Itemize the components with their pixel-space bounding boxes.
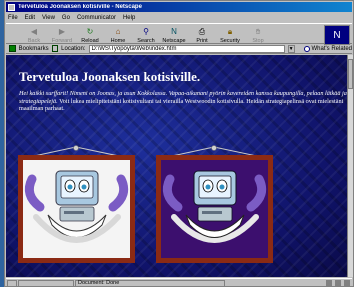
menu-bar: File Edit View Go Communicator Help — [6, 13, 352, 22]
bookmarks-button[interactable]: Bookmarks — [19, 46, 49, 52]
whats-related-icon — [303, 45, 310, 52]
home-button[interactable]: ⌂ Home — [106, 25, 130, 44]
menu-file[interactable]: File — [8, 15, 18, 21]
page-title: Tervetuloa Joonaksen kotisiville. — [19, 69, 201, 84]
location-dropdown-arrow-icon[interactable]: ▼ — [287, 44, 295, 53]
home-icon: ⌂ — [115, 27, 121, 36]
location-page-icon[interactable] — [51, 45, 59, 52]
forward-button[interactable]: ▶ Forward — [50, 25, 74, 44]
component-bar — [326, 280, 350, 286]
print-icon: ⎙ — [198, 27, 206, 36]
location-label: Location: — [61, 45, 86, 52]
computer-monster-image-left — [23, 160, 130, 258]
framed-picture-left — [18, 145, 135, 263]
whats-related-label: What's Related — [311, 45, 353, 52]
reload-button[interactable]: ↻ Reload — [78, 25, 102, 44]
menu-go[interactable]: Go — [62, 15, 70, 21]
security-lock-icon: 🔒︎ — [227, 27, 233, 36]
status-bar: Document: Done — [6, 278, 352, 287]
netscape-button[interactable]: N Netscape — [162, 25, 186, 44]
status-text: Document: Done — [75, 279, 225, 287]
window-title: Tervetuloa Joonaksen kotisiville - Netsc… — [18, 4, 142, 10]
forward-arrow-icon: ▶ — [58, 27, 66, 36]
netscape-throbber-logo[interactable]: N — [324, 25, 350, 45]
browser-window: Tervetuloa Joonaksen kotisiville - Netsc… — [4, 0, 354, 287]
search-icon: ⚲ — [143, 27, 149, 36]
back-arrow-icon: ◀ — [30, 27, 38, 36]
menu-edit[interactable]: Edit — [25, 15, 35, 21]
navigation-toolbar: ◀ Back ▶ Forward ↻ Reload ⌂ Home ⚲ Searc… — [6, 23, 352, 45]
menu-view[interactable]: View — [42, 15, 55, 21]
menu-help[interactable]: Help — [123, 15, 135, 21]
netscape-app-icon[interactable] — [8, 3, 15, 11]
intro-text: Hei kaikki surffarit! Nimeni on Joonas, … — [19, 90, 347, 113]
stop-button[interactable]: ✋︎ Stop — [246, 25, 270, 44]
back-button[interactable]: ◀ Back — [22, 25, 46, 44]
netscape-icon: N — [171, 27, 177, 36]
location-url-field[interactable]: D:\WS\Työpöytä\Web\index.htm — [88, 44, 285, 53]
bookmarks-icon[interactable] — [9, 45, 16, 52]
location-toolbar: Bookmarks Location: D:\WS\Työpöytä\Web\i… — [6, 44, 352, 54]
title-bar[interactable]: Tervetuloa Joonaksen kotisiville - Netsc… — [6, 2, 352, 12]
composer-icon[interactable] — [344, 280, 350, 286]
vertical-scrollbar[interactable] — [347, 55, 353, 277]
navigator-icon[interactable] — [326, 280, 332, 286]
mail-icon[interactable] — [335, 280, 341, 286]
progress-indicator — [18, 279, 74, 287]
print-button[interactable]: ⎙ Print — [190, 25, 214, 44]
menu-communicator[interactable]: Communicator — [77, 15, 116, 21]
reload-icon: ↻ — [86, 27, 94, 36]
security-button[interactable]: 🔒︎ Security — [218, 25, 242, 44]
page-content[interactable]: Tervetuloa Joonaksen kotisiville. Hei ka… — [6, 55, 347, 277]
security-status-icon[interactable] — [7, 279, 17, 287]
scrollbar-thumb[interactable] — [348, 59, 353, 89]
computer-monster-image-right — [161, 160, 268, 258]
search-button[interactable]: ⚲ Search — [134, 25, 158, 44]
framed-picture-right — [156, 145, 273, 263]
whats-related-button[interactable]: What's Related — [303, 45, 353, 52]
stop-icon: ✋︎ — [255, 27, 261, 36]
intro-plain-text: Voit lukea mielipiteistäni kotisivultani… — [19, 97, 344, 113]
